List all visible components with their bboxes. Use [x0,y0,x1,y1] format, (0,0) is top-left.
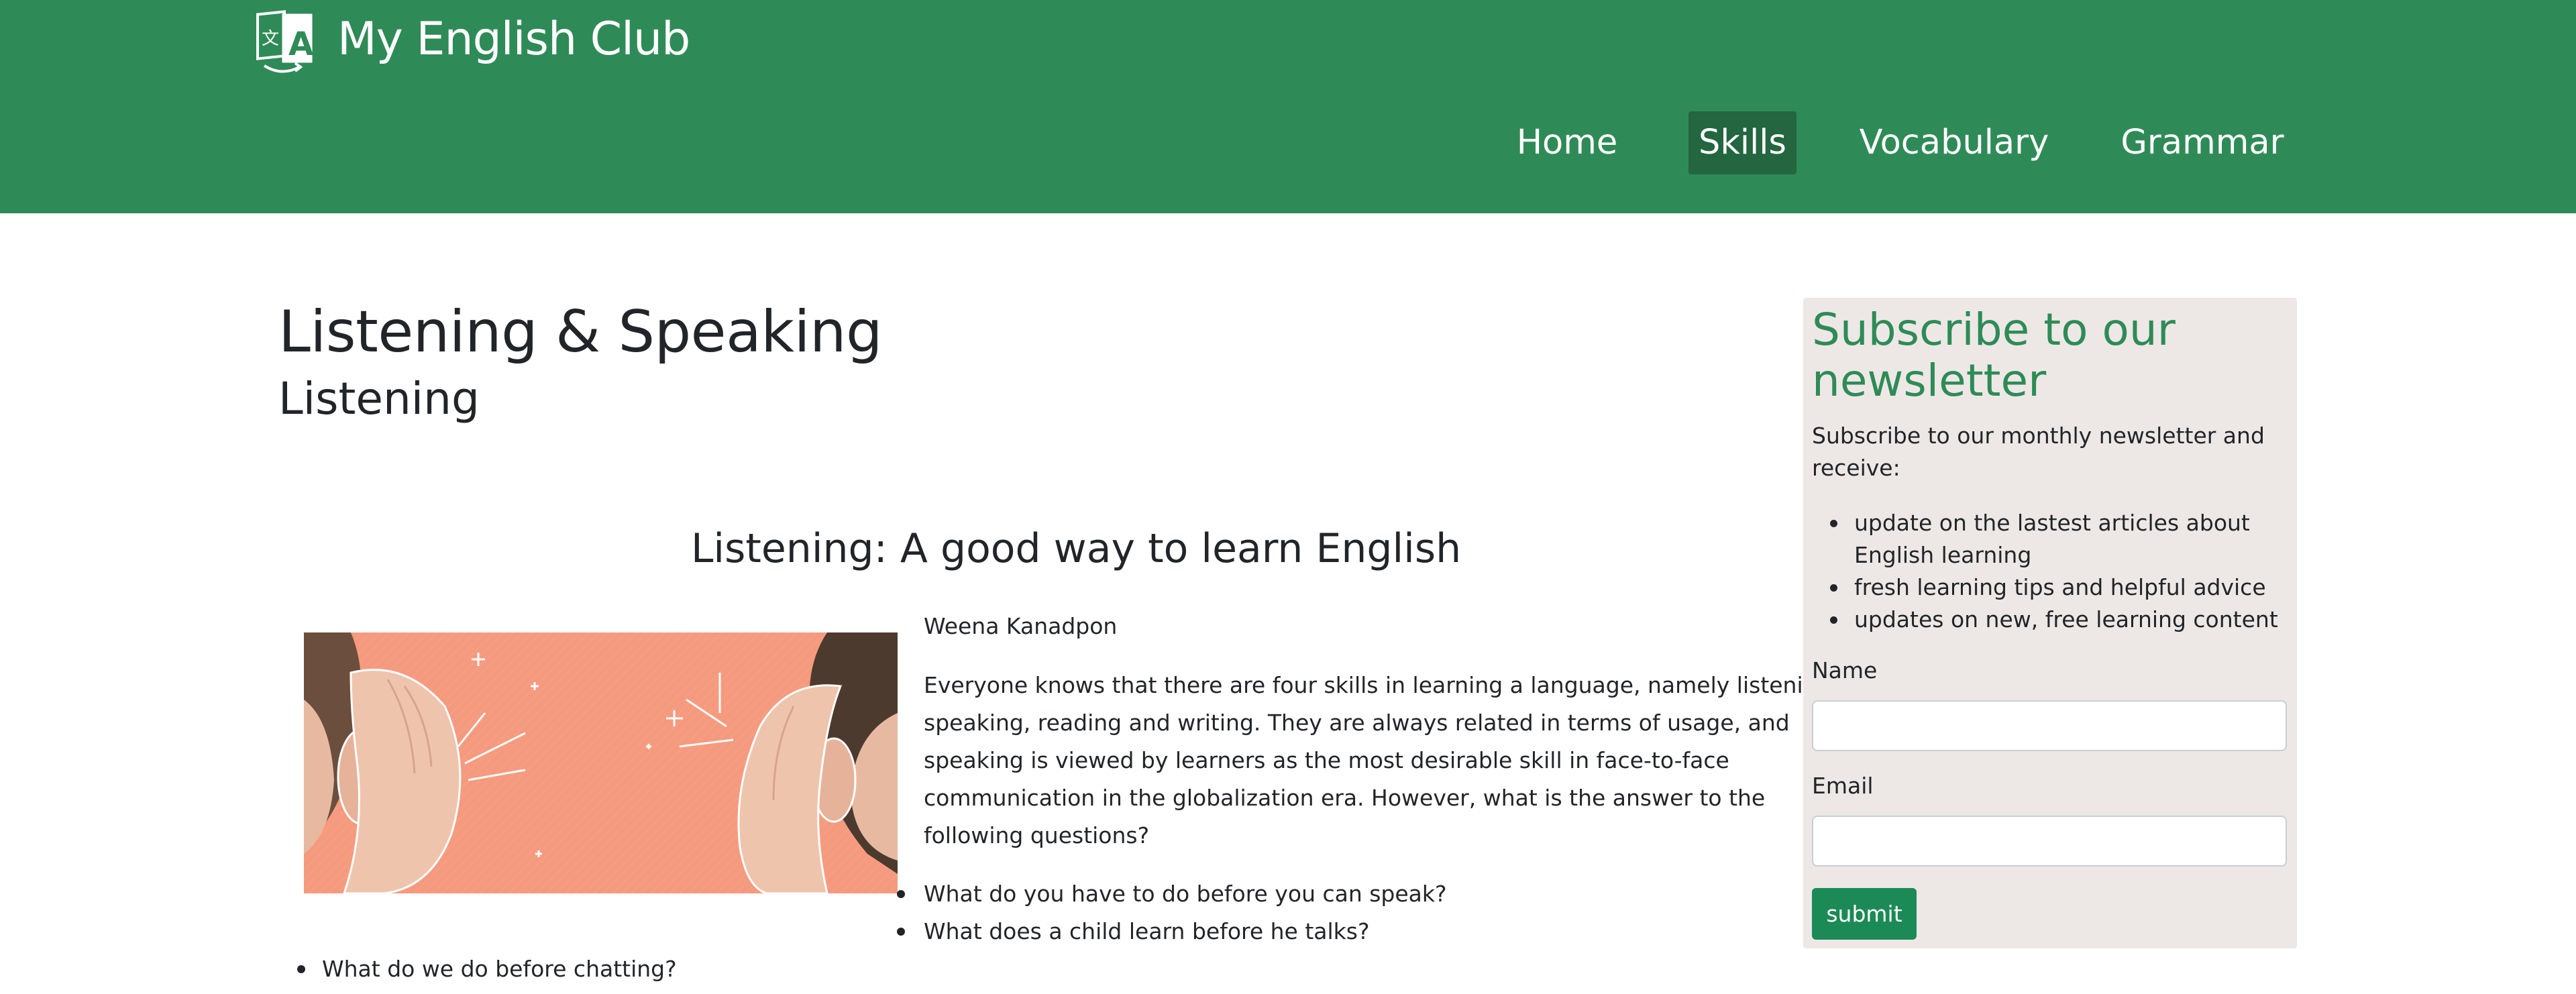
list-item: What do you have to do before you can sp… [897,875,1447,913]
nav-home[interactable]: Home [1507,111,1627,174]
paragraph-line: speaking, reading and writing. They are … [924,710,1790,736]
list-item: What does a child learn before he talks? [897,913,1447,950]
article-author: Weena Kanadpon [924,613,1118,639]
newsletter-sidebar: Subscribe to our newsletter Subscribe to… [1803,298,2297,948]
list-item: update on the lastest articles about Eng… [1830,507,2290,571]
nav-vocabulary[interactable]: Vocabulary [1858,111,2050,174]
submit-button[interactable]: submit [1812,888,1917,940]
article-title: Listening: A good way to learn English [691,525,1462,572]
paragraph-line: communication in the globalization era. … [924,785,1766,811]
question-list: What do you have to do before you can sp… [897,875,1447,950]
language-translate-icon[interactable]: A 文 [255,9,314,78]
svg-text:A: A [288,25,313,63]
name-label: Name [1812,657,1878,683]
nav-skills[interactable]: Skills [1688,111,1796,174]
question-list-continued: What do we do before chatting? [297,950,677,988]
page-title: Listening & Speaking [278,298,883,366]
article-paragraph: Everyone knows that there are four skill… [924,667,1838,854]
site-title[interactable]: My English Club [337,9,690,70]
section-subtitle: Listening [278,373,480,425]
newsletter-intro: Subscribe to our monthly newsletter and … [1812,423,2265,481]
paragraph-line: following questions? [924,822,1150,848]
svg-text:文: 文 [262,29,279,49]
site-header: A 文 My English Club Home Skills Vocabula… [0,0,2576,213]
email-field[interactable] [1812,816,2287,867]
list-item: What do we do before chatting? [297,950,677,988]
listening-ears-image [304,632,898,893]
list-item: fresh learning tips and helpful advice [1830,571,2290,604]
list-item: updates on new, free learning content [1830,604,2290,636]
newsletter-title: Subscribe to our newsletter [1812,304,2176,406]
newsletter-benefits: update on the lastest articles about Eng… [1830,507,2290,636]
paragraph-line: Everyone knows that there are four skill… [924,672,1838,698]
email-label: Email [1812,773,1874,799]
paragraph-line: speaking is viewed by learners as the mo… [924,747,1729,773]
name-field[interactable] [1812,700,2287,751]
nav-grammar[interactable]: Grammar [2113,111,2292,174]
